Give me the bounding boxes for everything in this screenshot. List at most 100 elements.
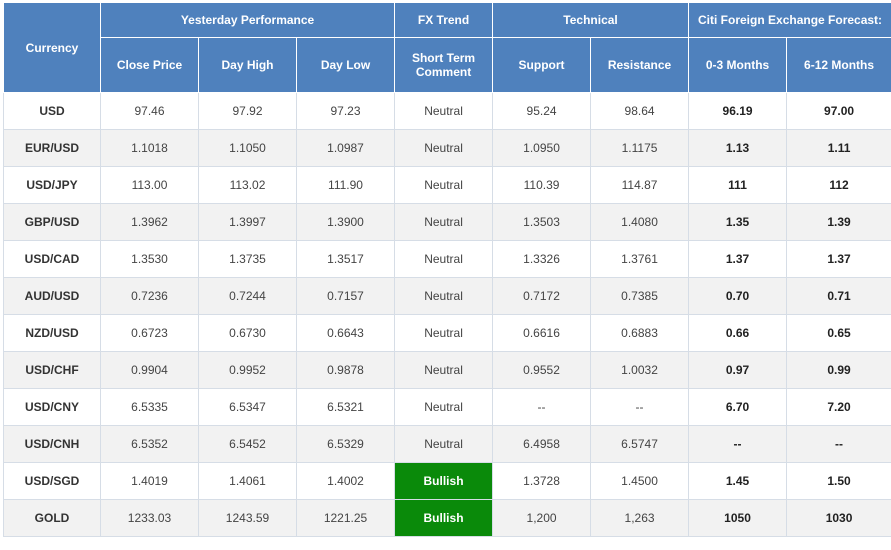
forecast-header: Citi Foreign Exchange Forecast:	[689, 3, 891, 38]
close-price-cell: 1.3962	[101, 204, 199, 241]
day-high-cell: 6.5347	[199, 389, 297, 426]
forecast-6-12-months-header: 6-12 Months	[787, 38, 891, 93]
forecast-0-3-cell: 1.13	[689, 130, 787, 167]
support-cell: 1.3728	[493, 463, 591, 500]
day-high-header: Day High	[199, 38, 297, 93]
currency-cell: EUR/USD	[4, 130, 101, 167]
day-low-cell: 1.3517	[297, 241, 395, 278]
support-cell: 0.7172	[493, 278, 591, 315]
forecast-0-3-cell: 1050	[689, 500, 787, 537]
day-low-cell: 6.5329	[297, 426, 395, 463]
resistance-cell: 6.5747	[591, 426, 689, 463]
day-low-cell: 0.9878	[297, 352, 395, 389]
trend-comment-cell: Neutral	[395, 278, 493, 315]
short-term-comment-header: Short Term Comment	[395, 38, 493, 93]
trend-comment-cell: Neutral	[395, 130, 493, 167]
support-cell: 110.39	[493, 167, 591, 204]
table-row: AUD/USD0.72360.72440.7157Neutral0.71720.…	[4, 278, 891, 315]
trend-comment-cell: Neutral	[395, 426, 493, 463]
forecast-6-12-cell: 112	[787, 167, 891, 204]
fx-forecast-table: Currency Yesterday Performance FX Trend …	[3, 2, 891, 537]
day-high-cell: 113.02	[199, 167, 297, 204]
forecast-6-12-cell: 1.39	[787, 204, 891, 241]
day-high-cell: 97.92	[199, 93, 297, 130]
currency-cell: USD/CAD	[4, 241, 101, 278]
close-price-cell: 1.3530	[101, 241, 199, 278]
trend-comment-cell: Neutral	[395, 204, 493, 241]
day-low-header: Day Low	[297, 38, 395, 93]
table-row: USD/CHF0.99040.99520.9878Neutral0.95521.…	[4, 352, 891, 389]
day-high-cell: 0.6730	[199, 315, 297, 352]
day-low-cell: 1221.25	[297, 500, 395, 537]
forecast-6-12-cell: 1030	[787, 500, 891, 537]
forecast-0-3-cell: 1.37	[689, 241, 787, 278]
close-price-cell: 1.1018	[101, 130, 199, 167]
forecast-0-3-cell: 6.70	[689, 389, 787, 426]
table-row: USD/CNY6.53356.53476.5321Neutral----6.70…	[4, 389, 891, 426]
close-price-cell: 113.00	[101, 167, 199, 204]
currency-cell: USD/JPY	[4, 167, 101, 204]
day-low-cell: 6.5321	[297, 389, 395, 426]
support-cell: 1,200	[493, 500, 591, 537]
close-price-cell: 1233.03	[101, 500, 199, 537]
day-high-cell: 1.3997	[199, 204, 297, 241]
currency-cell: USD/CNY	[4, 389, 101, 426]
forecast-6-12-cell: 1.11	[787, 130, 891, 167]
currency-cell: NZD/USD	[4, 315, 101, 352]
day-low-cell: 1.3900	[297, 204, 395, 241]
forecast-0-3-cell: 0.66	[689, 315, 787, 352]
currency-header: Currency	[4, 3, 101, 93]
table-row: USD/SGD1.40191.40611.4002Bullish1.37281.…	[4, 463, 891, 500]
forecast-0-3-cell: 96.19	[689, 93, 787, 130]
currency-cell: GBP/USD	[4, 204, 101, 241]
day-high-cell: 1.4061	[199, 463, 297, 500]
forecast-0-3-cell: 0.97	[689, 352, 787, 389]
resistance-cell: 0.6883	[591, 315, 689, 352]
close-price-cell: 0.6723	[101, 315, 199, 352]
table-row: NZD/USD0.67230.67300.6643Neutral0.66160.…	[4, 315, 891, 352]
resistance-cell: 0.7385	[591, 278, 689, 315]
resistance-cell: 1.4080	[591, 204, 689, 241]
support-cell: 1.0950	[493, 130, 591, 167]
support-cell: 1.3503	[493, 204, 591, 241]
close-price-cell: 0.9904	[101, 352, 199, 389]
close-price-cell: 0.7236	[101, 278, 199, 315]
day-high-cell: 1243.59	[199, 500, 297, 537]
currency-cell: USD	[4, 93, 101, 130]
trend-comment-cell: Neutral	[395, 389, 493, 426]
forecast-6-12-cell: 0.71	[787, 278, 891, 315]
yesterday-performance-header: Yesterday Performance	[101, 3, 395, 38]
resistance-cell: 1.3761	[591, 241, 689, 278]
forecast-6-12-cell: 97.00	[787, 93, 891, 130]
trend-comment-cell: Neutral	[395, 167, 493, 204]
forecast-6-12-cell: 1.37	[787, 241, 891, 278]
day-high-cell: 0.9952	[199, 352, 297, 389]
trend-comment-cell: Bullish	[395, 463, 493, 500]
forecast-6-12-cell: --	[787, 426, 891, 463]
table-row: GBP/USD1.39621.39971.3900Neutral1.35031.…	[4, 204, 891, 241]
forecast-0-3-cell: 0.70	[689, 278, 787, 315]
table-row: GOLD1233.031243.591221.25Bullish1,2001,2…	[4, 500, 891, 537]
day-high-cell: 6.5452	[199, 426, 297, 463]
fx-trend-header: FX Trend	[395, 3, 493, 38]
day-high-cell: 1.1050	[199, 130, 297, 167]
resistance-cell: 1,263	[591, 500, 689, 537]
currency-cell: USD/CHF	[4, 352, 101, 389]
day-low-cell: 0.7157	[297, 278, 395, 315]
support-cell: 1.3326	[493, 241, 591, 278]
resistance-header: Resistance	[591, 38, 689, 93]
currency-cell: GOLD	[4, 500, 101, 537]
close-price-header: Close Price	[101, 38, 199, 93]
resistance-cell: 1.4500	[591, 463, 689, 500]
close-price-cell: 6.5352	[101, 426, 199, 463]
support-cell: 95.24	[493, 93, 591, 130]
trend-comment-cell: Bullish	[395, 500, 493, 537]
forecast-0-3-cell: --	[689, 426, 787, 463]
currency-cell: AUD/USD	[4, 278, 101, 315]
table-row: USD/CNH6.53526.54526.5329Neutral6.49586.…	[4, 426, 891, 463]
trend-comment-cell: Neutral	[395, 352, 493, 389]
support-cell: --	[493, 389, 591, 426]
close-price-cell: 97.46	[101, 93, 199, 130]
trend-comment-cell: Neutral	[395, 315, 493, 352]
close-price-cell: 1.4019	[101, 463, 199, 500]
